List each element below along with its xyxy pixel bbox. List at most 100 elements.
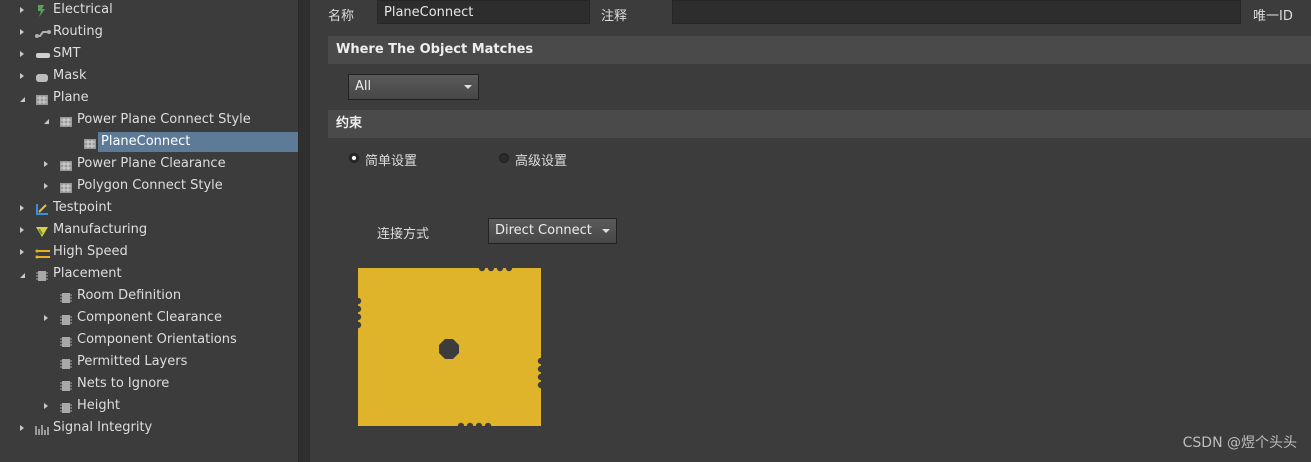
placement-rule-icon	[59, 356, 73, 369]
via-hole	[439, 339, 459, 359]
tree-item-power-plane-clearance[interactable]: Power Plane Clearance	[0, 153, 298, 175]
caret-collapsed-icon[interactable]	[44, 315, 48, 321]
tree-item-component-clearance[interactable]: Component Clearance	[0, 307, 298, 329]
tree-item-mask[interactable]: Mask	[0, 65, 298, 87]
tree-item-label: Nets to Ignore	[77, 376, 170, 391]
placement-icon	[35, 268, 49, 281]
tree-item-planeconnect[interactable]: PlaneConnect	[0, 131, 298, 153]
connect-style-label: 连接方式	[377, 227, 430, 242]
tree-item-label: Electrical	[53, 2, 113, 17]
name-label: 名称	[328, 9, 355, 24]
tree-item-polygon-connect-style[interactable]: Polygon Connect Style	[0, 175, 298, 197]
tree-item-label: SMT	[53, 46, 81, 61]
caret-collapsed-icon[interactable]	[20, 205, 24, 211]
smt-icon	[35, 48, 50, 60]
caret-collapsed-icon[interactable]	[20, 425, 24, 431]
tree-item-component-orientations[interactable]: Component Orientations	[0, 329, 298, 351]
tree-item-label: Signal Integrity	[53, 420, 153, 435]
plane-rule-icon	[59, 114, 73, 127]
tree-item-label: Mask	[53, 68, 87, 83]
chevron-down-icon	[602, 229, 610, 233]
tree-item-label: Component Clearance	[77, 310, 222, 325]
high-speed-icon	[35, 246, 50, 259]
plane-icon	[35, 92, 49, 105]
plane-rule-icon	[83, 136, 97, 149]
caret-collapsed-icon[interactable]	[20, 29, 24, 35]
simple-settings-label[interactable]: 简单设置	[365, 150, 417, 169]
rule-tree-panel: Electrical Routing SMT Mask Plane Power Plane…	[0, 0, 298, 462]
tree-item-label: Placement	[53, 266, 122, 281]
scope-dropdown[interactable]: All	[348, 74, 479, 100]
advanced-settings-radio[interactable]	[499, 153, 509, 163]
signal-integrity-icon	[35, 422, 49, 435]
tree-item-placement[interactable]: Placement	[0, 263, 298, 285]
tree-item-permitted-layers[interactable]: Permitted Layers	[0, 351, 298, 373]
plane-rule-icon	[59, 158, 73, 171]
manufacturing-icon	[35, 224, 49, 237]
tree-item-label: PlaneConnect	[101, 134, 191, 149]
plane-rule-icon	[59, 180, 73, 193]
tree-item-smt[interactable]: SMT	[0, 43, 298, 65]
caret-expanded-icon[interactable]	[20, 97, 25, 102]
caret-collapsed-icon[interactable]	[20, 7, 24, 13]
placement-rule-icon	[59, 400, 73, 413]
tree-item-label: Testpoint	[53, 200, 112, 215]
tree-item-routing[interactable]: Routing	[0, 21, 298, 43]
tree-item-label: High Speed	[53, 244, 128, 259]
tree-item-high-speed[interactable]: High Speed	[0, 241, 298, 263]
tree-item-plane[interactable]: Plane	[0, 87, 298, 109]
advanced-settings-label[interactable]: 高级设置	[515, 150, 567, 169]
tree-item-manufacturing[interactable]: Manufacturing	[0, 219, 298, 241]
tree-item-electrical[interactable]: Electrical	[0, 0, 298, 21]
placement-rule-icon	[59, 334, 73, 347]
panel-splitter[interactable]	[298, 0, 310, 462]
watermark: CSDN @煜个头头	[1182, 435, 1297, 451]
constraints-header: 约束	[328, 110, 1311, 138]
mask-icon	[35, 70, 49, 82]
placement-rule-icon	[59, 378, 73, 391]
caret-collapsed-icon[interactable]	[44, 161, 48, 167]
comment-label: 注释	[601, 9, 628, 24]
connect-style-value: Direct Connect	[495, 223, 592, 238]
placement-rule-icon	[59, 290, 73, 303]
where-object-matches-header: Where The Object Matches	[328, 36, 1311, 64]
caret-expanded-icon[interactable]	[44, 119, 49, 124]
testpoint-icon	[35, 202, 49, 215]
caret-collapsed-icon[interactable]	[20, 73, 24, 79]
scope-dropdown-value: All	[355, 79, 372, 94]
plane-connect-preview	[357, 265, 545, 429]
tree-item-signal-integrity[interactable]: Signal Integrity	[0, 417, 298, 439]
tree-item-nets-to-ignore[interactable]: Nets to Ignore	[0, 373, 298, 395]
tree-item-power-plane-connect-style[interactable]: Power Plane Connect Style	[0, 109, 298, 131]
caret-collapsed-icon[interactable]	[20, 51, 24, 57]
tree-item-height[interactable]: Height	[0, 395, 298, 417]
tree-item-label: Power Plane Connect Style	[77, 112, 251, 127]
unique-id-label: 唯一ID	[1253, 9, 1293, 24]
tree-item-testpoint[interactable]: Testpoint	[0, 197, 298, 219]
caret-collapsed-icon[interactable]	[44, 183, 48, 189]
placement-rule-icon	[59, 312, 73, 325]
caret-collapsed-icon[interactable]	[44, 403, 48, 409]
chevron-down-icon	[464, 85, 472, 89]
tree-item-room-definition[interactable]: Room Definition	[0, 285, 298, 307]
constraints-title: 约束	[336, 116, 363, 131]
where-object-matches-title: Where The Object Matches	[336, 42, 534, 57]
caret-collapsed-icon[interactable]	[20, 249, 24, 255]
comment-field[interactable]	[672, 0, 1241, 24]
rule-editor-pane: 名称 注释 唯一ID Where The Object Matches All …	[310, 0, 1311, 462]
name-field[interactable]	[377, 0, 590, 24]
tree-item-label: Power Plane Clearance	[77, 156, 226, 171]
tree-item-label: Component Orientations	[77, 332, 237, 347]
connect-style-dropdown[interactable]: Direct Connect	[488, 218, 617, 244]
tree-item-label: Height	[77, 398, 120, 413]
simple-settings-radio[interactable]	[349, 153, 359, 163]
routing-icon	[35, 26, 51, 38]
tree-item-label: Permitted Layers	[77, 354, 188, 369]
tree-item-label: Manufacturing	[53, 222, 148, 237]
tree-item-label: Room Definition	[77, 288, 182, 303]
caret-expanded-icon[interactable]	[20, 273, 25, 278]
tree-item-label: Polygon Connect Style	[77, 178, 223, 193]
caret-collapsed-icon[interactable]	[20, 227, 24, 233]
tree-item-label: Routing	[53, 24, 103, 39]
tree-item-label: Plane	[53, 90, 89, 105]
